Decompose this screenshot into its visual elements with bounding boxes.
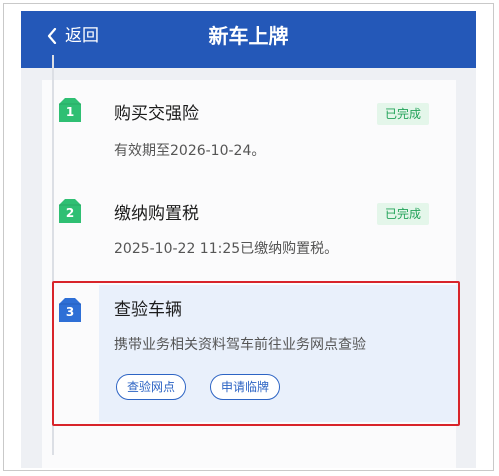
step-1-number: 1	[65, 105, 75, 119]
step-1-title: 购买交强险	[114, 104, 199, 124]
step-2-badge: 2	[59, 199, 81, 223]
step-2-description: 2025-10-22 11:25已缴纳购置税。	[114, 241, 339, 257]
step-1-badge: 1	[59, 98, 81, 122]
step-1-description: 有效期至2026-10-24。	[114, 143, 266, 159]
nav-header: 返回 新车上牌	[21, 11, 476, 68]
step-2-title: 缴纳购置税	[114, 204, 199, 224]
highlight-box	[52, 281, 460, 426]
step-1-status-badge: 已完成	[377, 103, 430, 125]
step-2-status-badge: 已完成	[377, 203, 430, 225]
step-2-number: 2	[65, 206, 75, 220]
page-title: 新车上牌	[208, 24, 289, 48]
